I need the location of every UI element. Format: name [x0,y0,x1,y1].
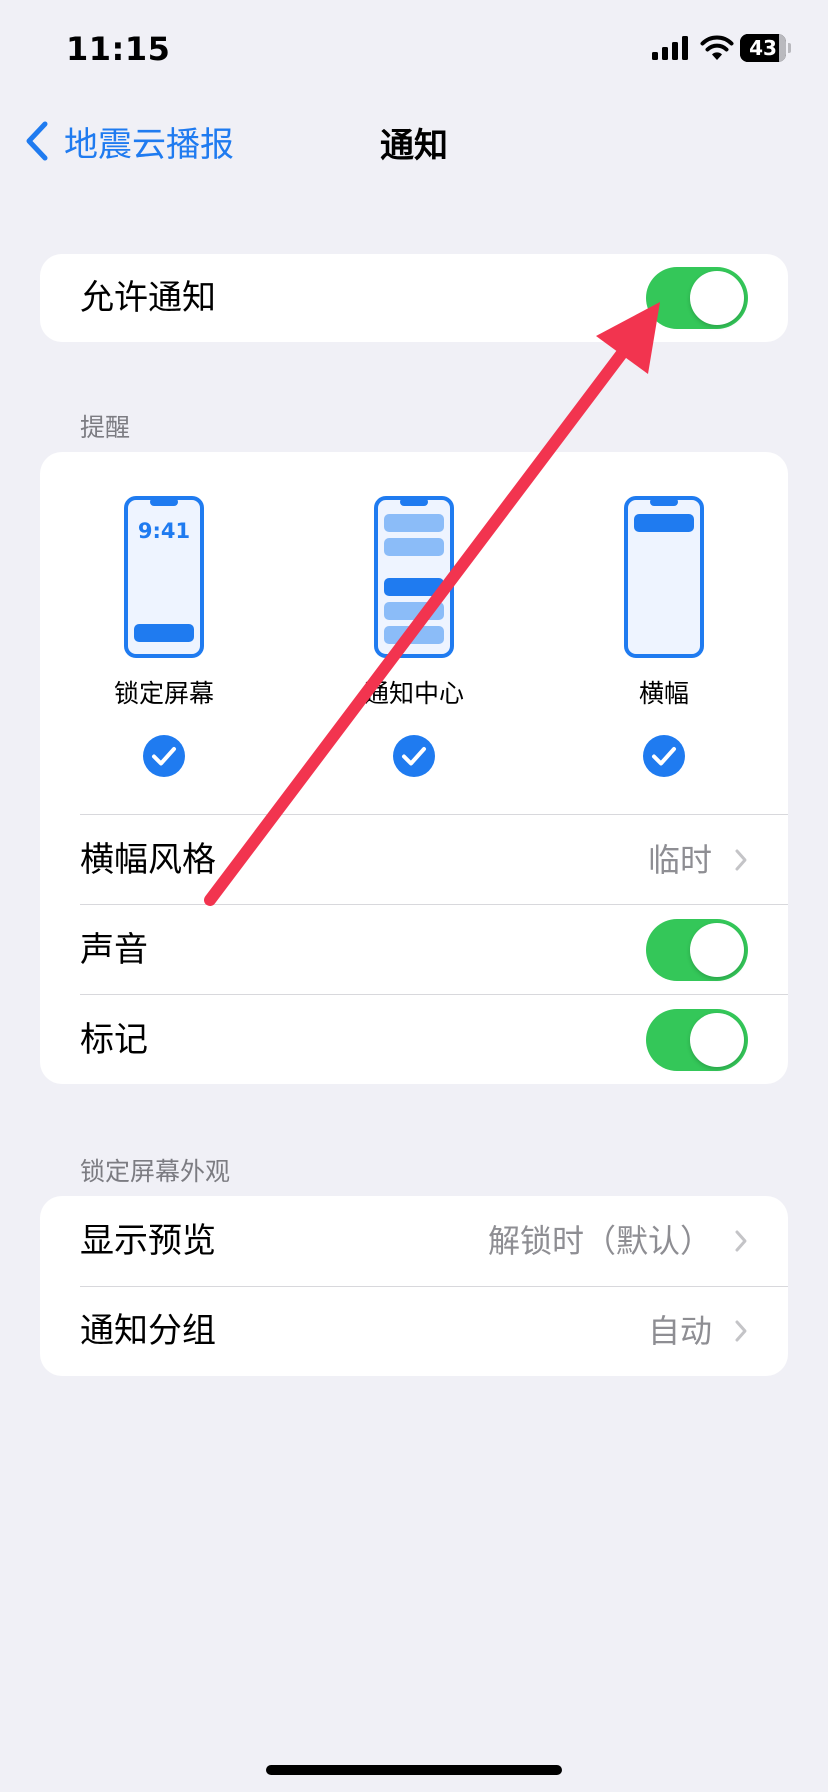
alert-style-lock-screen[interactable]: 9:41 锁定屏幕 [64,496,264,777]
badges-row: 标记 [40,995,788,1085]
toggle-knob [690,923,744,977]
badges-label: 标记 [80,1020,148,1060]
toggle-knob [690,271,744,325]
battery-level: 43 [749,36,777,60]
home-indicator[interactable] [266,1765,562,1775]
checkmark-icon [393,735,435,777]
chevron-right-icon [735,1320,747,1342]
notification-center-phone-icon [374,496,454,658]
banners-phone-icon [624,496,704,658]
chevron-right-icon [735,1230,747,1252]
allow-notifications-card: 允许通知 [40,254,788,342]
alert-style-banners[interactable]: 横幅 [564,496,764,777]
status-bar: 11:15 43 [0,0,828,100]
alert-style-label: 横幅 [638,679,689,708]
allow-notifications-toggle[interactable] [646,267,748,329]
notification-grouping-value: 自动 [647,1312,712,1350]
alerts-section-header: 提醒 [80,413,131,442]
sounds-label: 声音 [80,930,148,970]
allow-notifications-row: 允许通知 [40,254,788,342]
alert-style-notification-center[interactable]: 通知中心 [314,496,514,777]
page-title: 通知 [380,126,448,166]
lock-screen-appearance-header: 锁定屏幕外观 [80,1157,231,1186]
notification-grouping-label: 通知分组 [80,1311,216,1351]
banner-style-row[interactable]: 横幅风格 临时 [40,815,788,905]
checkmark-icon [143,735,185,777]
banner-style-value: 临时 [647,841,712,879]
notification-grouping-row[interactable]: 通知分组 自动 [40,1286,788,1376]
show-previews-value: 解锁时（默认） [487,1222,712,1260]
wifi-icon [700,35,734,60]
show-previews-label: 显示预览 [80,1221,216,1261]
sounds-row: 声音 [40,905,788,995]
banner-style-label: 横幅风格 [80,840,216,880]
show-previews-row[interactable]: 显示预览 解锁时（默认） [40,1196,788,1286]
lock-screen-phone-time: 9:41 [138,519,190,543]
alert-style-label: 通知中心 [363,679,464,708]
sounds-toggle[interactable] [646,919,748,981]
badges-toggle[interactable] [646,1009,748,1071]
toggle-knob [690,1013,744,1067]
checkmark-icon [643,735,685,777]
status-time: 11:15 [66,30,171,68]
chevron-right-icon [735,849,747,871]
lock-screen-phone-icon: 9:41 [124,496,204,658]
signal-icon [652,36,688,60]
battery-icon: 43 [740,34,791,62]
alerts-card: 9:41 锁定屏幕 通知中心 横幅 横幅风格 临时 声音 标记 [40,452,788,1084]
alert-style-label: 锁定屏幕 [113,679,214,708]
allow-notifications-label: 允许通知 [80,278,216,318]
lock-screen-appearance-card: 显示预览 解锁时（默认） 通知分组 自动 [40,1196,788,1376]
